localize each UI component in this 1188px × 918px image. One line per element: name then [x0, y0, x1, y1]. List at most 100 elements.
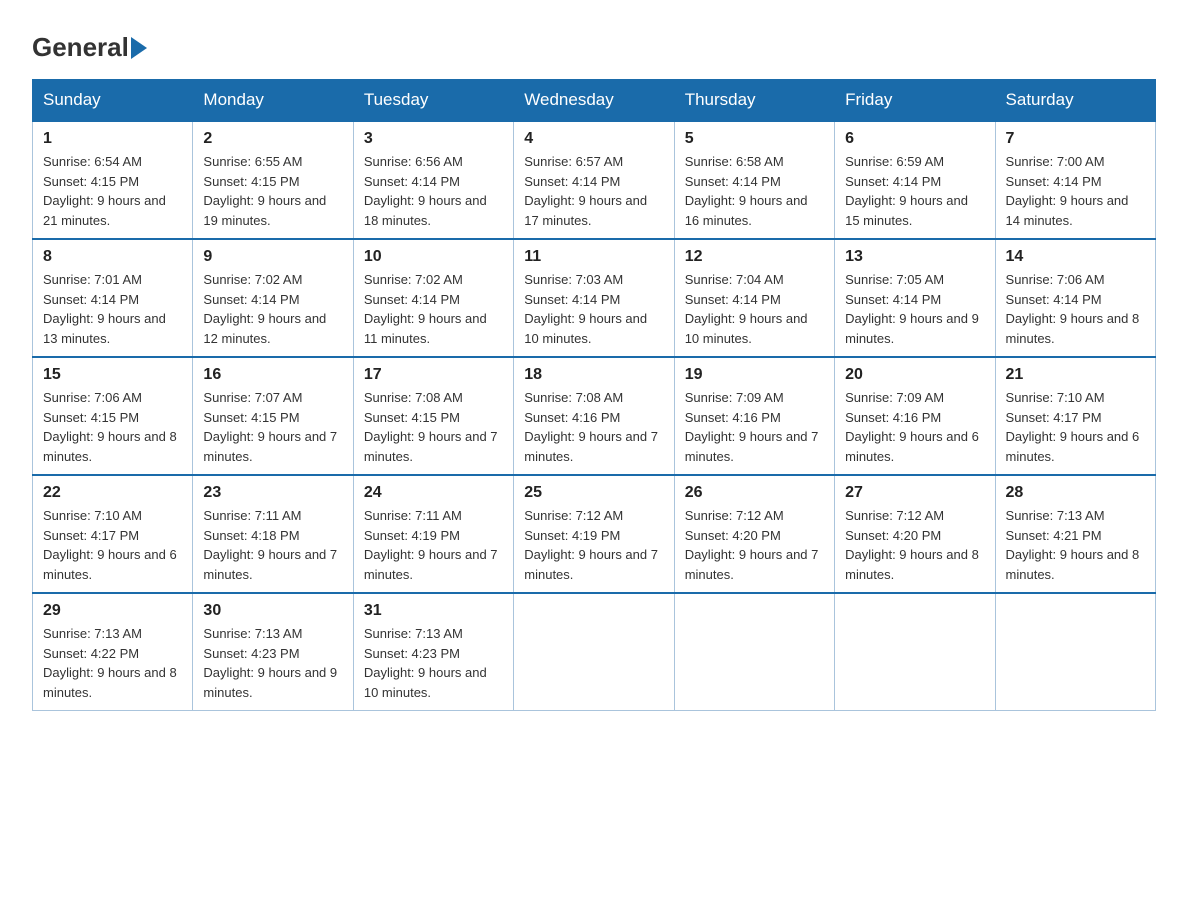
day-number: 24 — [364, 484, 503, 502]
day-info: Sunrise: 7:09 AMSunset: 4:16 PMDaylight:… — [685, 388, 824, 466]
day-number: 8 — [43, 248, 182, 266]
day-info: Sunrise: 7:12 AMSunset: 4:20 PMDaylight:… — [685, 506, 824, 584]
weekday-header-row: SundayMondayTuesdayWednesdayThursdayFrid… — [33, 80, 1156, 122]
weekday-header-tuesday: Tuesday — [353, 80, 513, 122]
day-number: 7 — [1006, 130, 1145, 148]
day-number: 9 — [203, 248, 342, 266]
calendar-cell: 23Sunrise: 7:11 AMSunset: 4:18 PMDayligh… — [193, 475, 353, 593]
calendar-cell: 10 Sunrise: 7:02 AMSunset: 4:14 PMDayligh… — [353, 239, 513, 357]
calendar-cell: 9 Sunrise: 7:02 AMSunset: 4:14 PMDaylight… — [193, 239, 353, 357]
day-info: Sunrise: 7:09 AMSunset: 4:16 PMDaylight:… — [845, 388, 984, 466]
calendar-cell: 1Sunrise: 6:54 AMSunset: 4:15 PMDaylight… — [33, 121, 193, 239]
calendar-cell: 8 Sunrise: 7:01 AMSunset: 4:14 PMDaylight… — [33, 239, 193, 357]
calendar-week-row: 22 Sunrise: 7:10 AMSunset: 4:17 PMDayligh… — [33, 475, 1156, 593]
day-info: Sunrise: 7:08 AMSunset: 4:15 PMDaylight:… — [364, 388, 503, 466]
calendar-cell: 17 Sunrise: 7:08 AMSunset: 4:15 PMDayligh… — [353, 357, 513, 475]
calendar-cell: 21 Sunrise: 7:10 AMSunset: 4:17 PMDayligh… — [995, 357, 1155, 475]
day-number: 11 — [524, 248, 663, 266]
calendar-cell: 26 Sunrise: 7:12 AMSunset: 4:20 PMDayligh… — [674, 475, 834, 593]
day-number: 3 — [364, 130, 503, 148]
day-number: 28 — [1006, 484, 1145, 502]
weekday-header-thursday: Thursday — [674, 80, 834, 122]
day-info: Sunrise: 6:56 AMSunset: 4:14 PMDaylight:… — [364, 152, 503, 230]
day-number: 20 — [845, 366, 984, 384]
day-info: Sunrise: 7:10 AMSunset: 4:17 PMDaylight:… — [1006, 388, 1145, 466]
logo-triangle-icon — [131, 37, 147, 59]
calendar-cell: 11 Sunrise: 7:03 AMSunset: 4:14 PMDayligh… — [514, 239, 674, 357]
day-info: Sunrise: 7:13 AMSunset: 4:23 PMDaylight:… — [203, 624, 342, 702]
day-number: 26 — [685, 484, 824, 502]
calendar-cell — [674, 593, 834, 711]
day-info: Sunrise: 7:01 AMSunset: 4:14 PMDaylight:… — [43, 270, 182, 348]
day-number: 4 — [524, 130, 663, 148]
day-number: 16 — [203, 366, 342, 384]
calendar-cell — [995, 593, 1155, 711]
day-info: Sunrise: 6:58 AMSunset: 4:14 PMDaylight:… — [685, 152, 824, 230]
calendar-cell: 25 Sunrise: 7:12 AMSunset: 4:19 PMDayligh… — [514, 475, 674, 593]
calendar-cell: 29Sunrise: 7:13 AMSunset: 4:22 PMDayligh… — [33, 593, 193, 711]
page-header: General — [32, 24, 1156, 63]
calendar-cell: 4 Sunrise: 6:57 AMSunset: 4:14 PMDaylight… — [514, 121, 674, 239]
day-number: 12 — [685, 248, 824, 266]
day-number: 18 — [524, 366, 663, 384]
calendar-cell: 15 Sunrise: 7:06 AMSunset: 4:15 PMDayligh… — [33, 357, 193, 475]
day-info: Sunrise: 6:55 AMSunset: 4:15 PMDaylight:… — [203, 152, 342, 230]
day-info: Sunrise: 6:57 AMSunset: 4:14 PMDaylight:… — [524, 152, 663, 230]
day-info: Sunrise: 7:02 AMSunset: 4:14 PMDaylight:… — [364, 270, 503, 348]
calendar-week-row: 15 Sunrise: 7:06 AMSunset: 4:15 PMDayligh… — [33, 357, 1156, 475]
calendar-cell: 12Sunrise: 7:04 AMSunset: 4:14 PMDayligh… — [674, 239, 834, 357]
weekday-header-wednesday: Wednesday — [514, 80, 674, 122]
calendar-cell: 3 Sunrise: 6:56 AMSunset: 4:14 PMDaylight… — [353, 121, 513, 239]
day-number: 1 — [43, 130, 182, 148]
day-info: Sunrise: 7:03 AMSunset: 4:14 PMDaylight:… — [524, 270, 663, 348]
calendar-week-row: 29Sunrise: 7:13 AMSunset: 4:22 PMDayligh… — [33, 593, 1156, 711]
calendar-cell: 19 Sunrise: 7:09 AMSunset: 4:16 PMDayligh… — [674, 357, 834, 475]
weekday-header-monday: Monday — [193, 80, 353, 122]
calendar-cell: 27 Sunrise: 7:12 AMSunset: 4:20 PMDayligh… — [835, 475, 995, 593]
weekday-header-sunday: Sunday — [33, 80, 193, 122]
day-info: Sunrise: 6:59 AMSunset: 4:14 PMDaylight:… — [845, 152, 984, 230]
calendar-cell: 6 Sunrise: 6:59 AMSunset: 4:14 PMDaylight… — [835, 121, 995, 239]
day-number: 21 — [1006, 366, 1145, 384]
day-info: Sunrise: 7:11 AMSunset: 4:18 PMDaylight:… — [203, 506, 342, 584]
day-info: Sunrise: 7:06 AMSunset: 4:15 PMDaylight:… — [43, 388, 182, 466]
day-info: Sunrise: 7:00 AMSunset: 4:14 PMDaylight:… — [1006, 152, 1145, 230]
calendar-cell: 2Sunrise: 6:55 AMSunset: 4:15 PMDaylight… — [193, 121, 353, 239]
calendar-cell: 28 Sunrise: 7:13 AMSunset: 4:21 PMDayligh… — [995, 475, 1155, 593]
day-info: Sunrise: 7:12 AMSunset: 4:20 PMDaylight:… — [845, 506, 984, 584]
calendar-cell: 18 Sunrise: 7:08 AMSunset: 4:16 PMDayligh… — [514, 357, 674, 475]
calendar-cell: 16Sunrise: 7:07 AMSunset: 4:15 PMDayligh… — [193, 357, 353, 475]
calendar-cell — [835, 593, 995, 711]
calendar-cell: 30 Sunrise: 7:13 AMSunset: 4:23 PMDayligh… — [193, 593, 353, 711]
day-number: 22 — [43, 484, 182, 502]
day-info: Sunrise: 7:13 AMSunset: 4:21 PMDaylight:… — [1006, 506, 1145, 584]
day-info: Sunrise: 7:06 AMSunset: 4:14 PMDaylight:… — [1006, 270, 1145, 348]
day-info: Sunrise: 7:05 AMSunset: 4:14 PMDaylight:… — [845, 270, 984, 348]
day-number: 19 — [685, 366, 824, 384]
day-number: 30 — [203, 602, 342, 620]
calendar-cell: 31Sunrise: 7:13 AMSunset: 4:23 PMDayligh… — [353, 593, 513, 711]
calendar-cell: 7 Sunrise: 7:00 AMSunset: 4:14 PMDaylight… — [995, 121, 1155, 239]
day-number: 15 — [43, 366, 182, 384]
day-info: Sunrise: 7:08 AMSunset: 4:16 PMDaylight:… — [524, 388, 663, 466]
calendar-cell: 13Sunrise: 7:05 AMSunset: 4:14 PMDayligh… — [835, 239, 995, 357]
day-number: 6 — [845, 130, 984, 148]
calendar-cell: 14Sunrise: 7:06 AMSunset: 4:14 PMDayligh… — [995, 239, 1155, 357]
calendar-cell: 5 Sunrise: 6:58 AMSunset: 4:14 PMDaylight… — [674, 121, 834, 239]
day-number: 31 — [364, 602, 503, 620]
calendar-cell: 22 Sunrise: 7:10 AMSunset: 4:17 PMDayligh… — [33, 475, 193, 593]
day-number: 5 — [685, 130, 824, 148]
weekday-header-friday: Friday — [835, 80, 995, 122]
day-number: 10 — [364, 248, 503, 266]
day-info: Sunrise: 7:02 AMSunset: 4:14 PMDaylight:… — [203, 270, 342, 348]
day-number: 27 — [845, 484, 984, 502]
day-info: Sunrise: 7:12 AMSunset: 4:19 PMDaylight:… — [524, 506, 663, 584]
calendar-cell: 20 Sunrise: 7:09 AMSunset: 4:16 PMDayligh… — [835, 357, 995, 475]
day-number: 17 — [364, 366, 503, 384]
day-number: 25 — [524, 484, 663, 502]
calendar-cell: 24 Sunrise: 7:11 AMSunset: 4:19 PMDayligh… — [353, 475, 513, 593]
day-info: Sunrise: 7:11 AMSunset: 4:19 PMDaylight:… — [364, 506, 503, 584]
day-number: 29 — [43, 602, 182, 620]
logo: General — [32, 32, 147, 63]
day-info: Sunrise: 7:10 AMSunset: 4:17 PMDaylight:… — [43, 506, 182, 584]
